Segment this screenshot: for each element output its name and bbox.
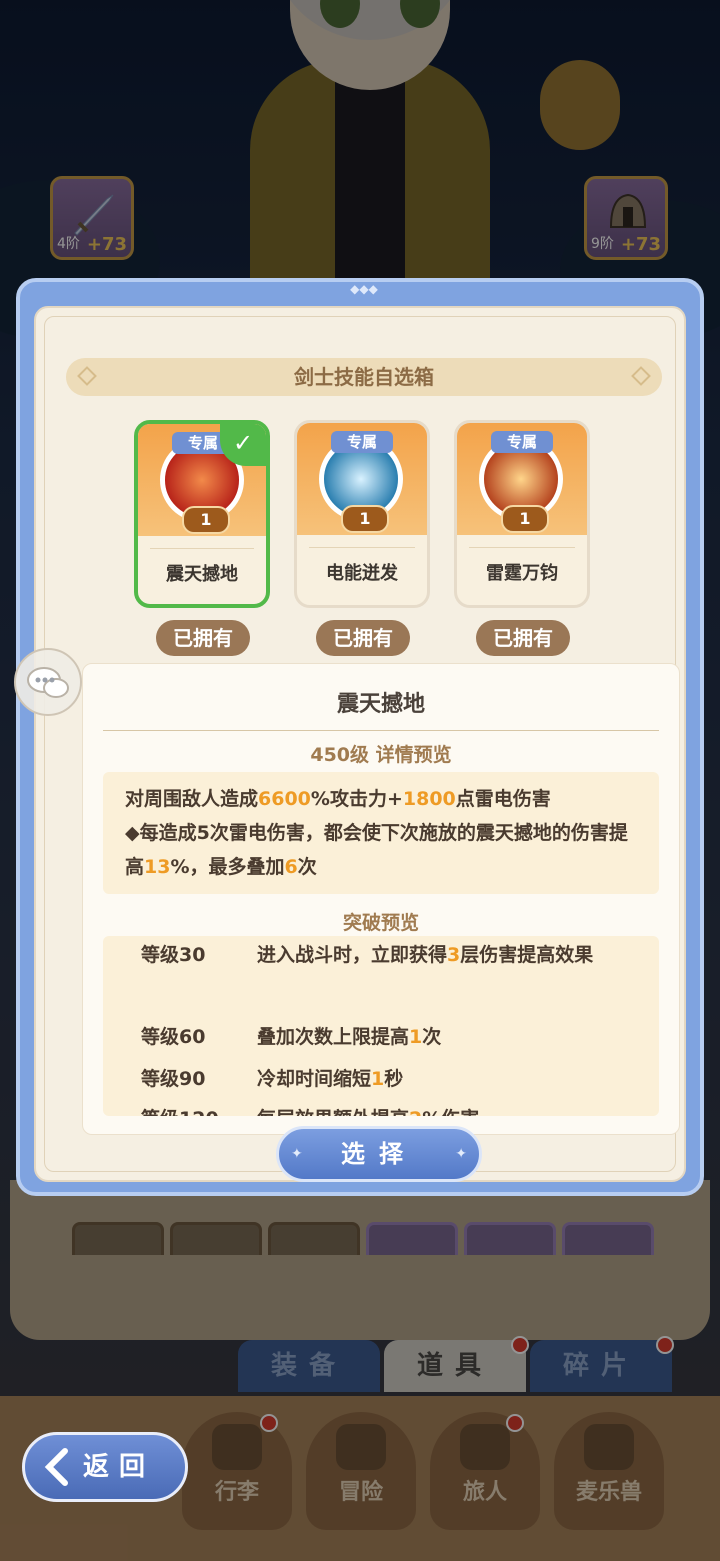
desc-text: 点雷电伤害	[455, 788, 551, 810]
sparkle-icon: ✦	[291, 1146, 303, 1162]
back-button-label: 返回	[82, 1452, 155, 1482]
breakthrough-list[interactable]: 等级30 进入战斗时，立即获得3层伤害提高效果 等级60 叠加次数上限提高1次 …	[103, 936, 659, 1116]
skill-name: 震天撼地	[166, 564, 238, 585]
chat-bubble-button[interactable]	[14, 648, 82, 716]
sparkle-icon: ✦	[455, 1146, 467, 1162]
skill-level-badge: 1	[501, 505, 549, 533]
detail-level-line: 450级 详情预览	[310, 744, 452, 766]
skill-level-badge: 1	[182, 506, 230, 534]
desc-value: 13	[144, 856, 171, 878]
desc-value: 6600	[258, 788, 311, 810]
desc-value: 1800	[402, 788, 456, 810]
detail-skill-name: 震天撼地	[336, 692, 425, 717]
skill-card-3[interactable]: 专属 1 雷霆万钧	[454, 420, 590, 608]
exclusive-tag: 专属	[331, 431, 393, 453]
desc-value: 6	[284, 856, 298, 878]
back-button[interactable]: 返回	[22, 1432, 188, 1502]
desc-text: 对周围敌人造成	[125, 788, 259, 810]
select-button[interactable]: ✦ 选择 ✦	[276, 1126, 482, 1182]
owned-badge: 已拥有	[476, 620, 570, 656]
select-button-label: 选择	[341, 1140, 417, 1168]
breakthrough-level: 等级120	[141, 1100, 251, 1116]
skill-detail-panel[interactable]: 震天撼地 450级 详情预览 对周围敌人造成6600%攻击力+1800点雷电伤害…	[82, 663, 680, 1135]
skill-card-2[interactable]: 专属 1 电能迸发	[294, 420, 430, 608]
desc-text: 次	[297, 856, 317, 878]
exclusive-tag: 专属	[491, 431, 553, 453]
modal-title-bar: 剑士技能自选箱	[66, 358, 662, 396]
breakthrough-level: 等级30	[141, 944, 206, 966]
modal-ornament: ◆◆◆	[350, 282, 378, 296]
breakthrough-level: 等级90	[141, 1068, 206, 1090]
breakthrough-title: 突破预览	[342, 912, 419, 934]
skill-select-modal: ◆◆◆ 剑士技能自选箱 专属 1 震天撼地 ✓ 专属 1 电能迸发 专属 1 雷…	[16, 278, 704, 1196]
desc-text: %攻击力+	[310, 788, 403, 810]
skill-level-badge: 1	[341, 505, 389, 533]
modal-title: 剑士技能自选箱	[294, 365, 434, 389]
skill-name: 电能迸发	[326, 563, 398, 584]
divider	[103, 730, 659, 731]
chat-icon	[27, 667, 69, 698]
back-arrow-icon	[44, 1448, 68, 1486]
skill-name: 雷霆万钧	[486, 563, 558, 584]
owned-badge: 已拥有	[316, 620, 410, 656]
breakthrough-level: 等级60	[141, 1026, 206, 1048]
modal-paper: 剑士技能自选箱 专属 1 震天撼地 ✓ 专属 1 电能迸发 专属 1 雷霆万钧 …	[34, 306, 686, 1182]
desc-text: %，最多叠加	[170, 856, 285, 878]
skill-card-1[interactable]: 专属 1 震天撼地 ✓	[134, 420, 270, 608]
owned-badge: 已拥有	[156, 620, 250, 656]
skill-description: 对周围敌人造成6600%攻击力+1800点雷电伤害 ◆每造成5次雷电伤害，都会使…	[103, 772, 659, 894]
